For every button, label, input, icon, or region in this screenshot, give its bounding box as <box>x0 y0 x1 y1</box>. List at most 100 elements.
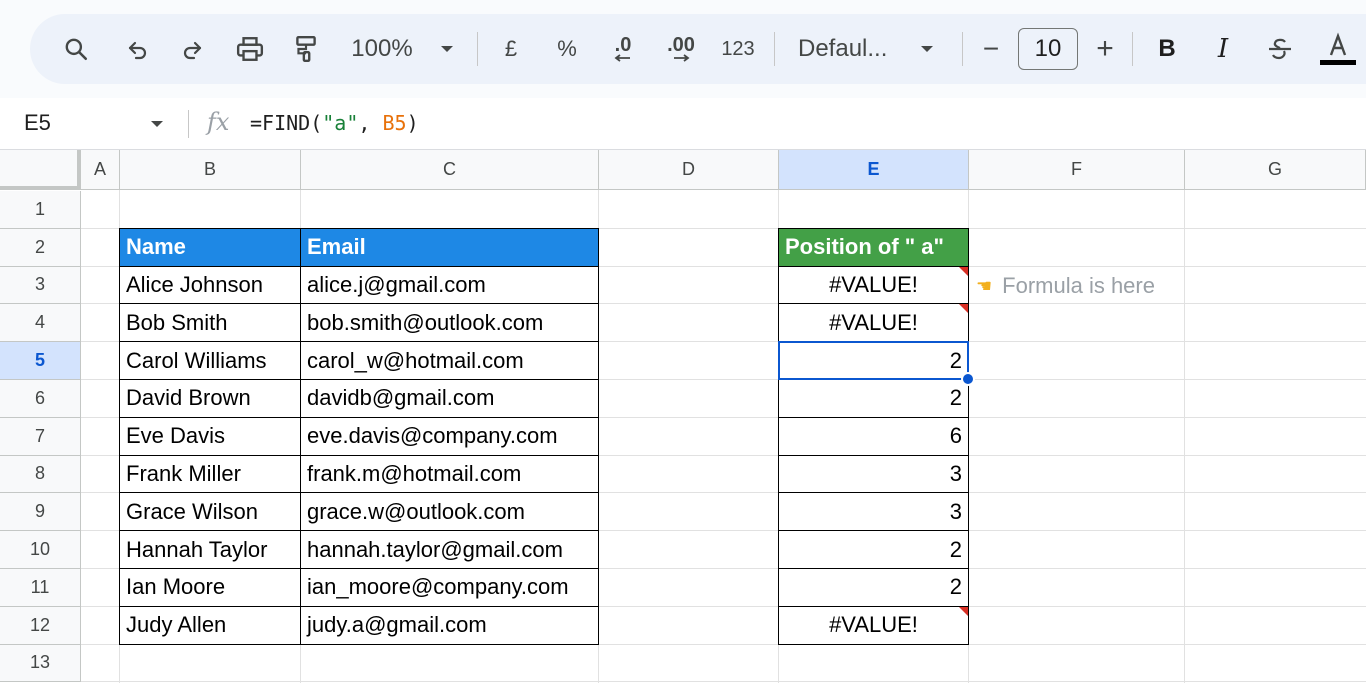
zoom-select[interactable]: 100% <box>342 14 422 84</box>
name-cell[interactable]: Carol Williams <box>119 341 301 380</box>
email-cell[interactable]: bob.smith@outlook.com <box>300 303 599 343</box>
email-cell-text: carol_w@hotmail.com <box>307 347 524 373</box>
row-header-13[interactable]: 13 <box>0 644 81 683</box>
error-indicator-icon <box>959 606 968 616</box>
column-header-f[interactable]: F <box>969 150 1185 190</box>
font-family-select[interactable]: Defaul... <box>798 14 902 84</box>
decrease-font-size-button[interactable]: − <box>978 14 1004 84</box>
name-cell[interactable]: David Brown <box>119 379 301 418</box>
select-all-corner[interactable] <box>0 150 81 190</box>
column-header-d[interactable]: D <box>599 150 779 190</box>
bold-button[interactable]: B <box>1150 14 1184 84</box>
email-cell-text: judy.a@gmail.com <box>307 612 487 638</box>
position-cell[interactable]: #VALUE! <box>778 605 969 645</box>
position-cell[interactable]: 3 <box>778 492 969 532</box>
row-header-7[interactable]: 7 <box>0 417 81 456</box>
name-cell[interactable]: Judy Allen <box>119 605 301 645</box>
text-color-button[interactable] <box>1316 14 1360 84</box>
toolbar-divider <box>477 32 478 66</box>
row-header-2[interactable]: 2 <box>0 228 81 267</box>
position-cell[interactable]: #VALUE! <box>778 265 969 305</box>
note-text: Formula is here <box>1002 273 1155 298</box>
name-cell[interactable]: Bob Smith <box>119 303 301 343</box>
spreadsheet-grid[interactable]: ABCDEFG 1 2 3 4 5 6 7 8 9 10 11 12 13 Name Email Posit… <box>0 150 1366 683</box>
name-cell[interactable]: Eve Davis <box>119 416 301 456</box>
position-cell[interactable]: #VALUE! <box>778 303 969 343</box>
email-cell-text: bob.smith@outlook.com <box>307 309 544 335</box>
position-cell[interactable]: 2 <box>778 568 969 607</box>
redo-icon[interactable] <box>174 14 210 84</box>
row-header-1[interactable]: 1 <box>0 191 81 229</box>
formula-string-arg: "a" <box>322 111 359 135</box>
plus-icon: + <box>1096 32 1114 65</box>
name-cell[interactable]: Frank Miller <box>119 454 301 494</box>
formula-input[interactable]: =FIND("a", B5) <box>250 111 419 135</box>
gridline <box>81 681 1366 683</box>
email-cell[interactable]: carol_w@hotmail.com <box>300 341 599 380</box>
increase-decimal-label: .00 <box>667 34 695 56</box>
column-header-e[interactable]: E <box>779 150 969 190</box>
formula-separator: , <box>358 111 383 135</box>
name-cell[interactable]: Hannah Taylor <box>119 530 301 569</box>
email-cell-text: grace.w@outlook.com <box>307 498 525 524</box>
strikethrough-button[interactable] <box>1262 14 1298 84</box>
paint-format-icon[interactable] <box>286 14 326 84</box>
formula-note: ☚ Formula is here <box>976 267 1155 305</box>
email-cell[interactable]: grace.w@outlook.com <box>300 492 599 532</box>
email-cell[interactable]: ian_moore@company.com <box>300 568 599 607</box>
name-cell[interactable]: Alice Johnson <box>119 265 301 305</box>
column-header-g[interactable]: G <box>1185 150 1366 190</box>
name-cell[interactable]: Ian Moore <box>119 568 301 607</box>
position-cell[interactable]: 2 <box>778 341 969 380</box>
number-format-button[interactable]: 123 <box>716 14 760 84</box>
italic-button[interactable]: I <box>1206 14 1240 84</box>
column-header-b[interactable]: B <box>120 150 301 190</box>
increase-decimal-button[interactable]: .00 <box>656 14 706 84</box>
formula-close-paren: ) <box>406 111 419 135</box>
font-dropdown-icon[interactable] <box>912 14 942 84</box>
text-color-icon <box>1320 32 1356 65</box>
undo-icon[interactable] <box>120 14 156 84</box>
row-header-11[interactable]: 11 <box>0 569 81 607</box>
row-header-4[interactable]: 4 <box>0 304 81 343</box>
name-box-dropdown-icon[interactable] <box>150 116 164 134</box>
decrease-decimal-button[interactable]: .0 <box>602 14 644 84</box>
email-cell[interactable]: judy.a@gmail.com <box>300 605 599 645</box>
print-icon[interactable] <box>230 14 270 84</box>
row-header-9[interactable]: 9 <box>0 493 81 532</box>
name-cell-text: Frank Miller <box>126 460 241 486</box>
row-header-6[interactable]: 6 <box>0 380 81 418</box>
email-cell[interactable]: alice.j@gmail.com <box>300 265 599 305</box>
fill-handle[interactable] <box>961 372 975 386</box>
position-cell[interactable]: 6 <box>778 416 969 456</box>
email-cell-text: eve.davis@company.com <box>307 423 558 449</box>
header-name-cell[interactable]: Name <box>119 227 301 267</box>
currency-format-button[interactable]: £ <box>496 14 526 84</box>
row-header-10[interactable]: 10 <box>0 531 81 569</box>
email-cell[interactable]: davidb@gmail.com <box>300 379 599 418</box>
position-cell-text: 3 <box>949 460 962 486</box>
position-cell-text: 2 <box>949 536 962 562</box>
row-header-12[interactable]: 12 <box>0 606 81 645</box>
header-position-cell[interactable]: Position of " a" <box>778 227 969 267</box>
position-cell[interactable]: 3 <box>778 454 969 494</box>
row-header-3[interactable]: 3 <box>0 266 81 305</box>
email-cell[interactable]: eve.davis@company.com <box>300 416 599 456</box>
zoom-dropdown-icon[interactable] <box>432 14 462 84</box>
increase-font-size-button[interactable]: + <box>1092 14 1118 84</box>
email-cell[interactable]: frank.m@hotmail.com <box>300 454 599 494</box>
name-cell[interactable]: Grace Wilson <box>119 492 301 532</box>
font-size-input[interactable]: 10 <box>1018 28 1078 70</box>
row-header-5[interactable]: 5 <box>0 342 81 380</box>
column-header-c[interactable]: C <box>301 150 599 190</box>
position-cell[interactable]: 2 <box>778 379 969 418</box>
email-cell[interactable]: hannah.taylor@gmail.com <box>300 530 599 569</box>
column-header-a[interactable]: A <box>81 150 120 190</box>
search-icon[interactable] <box>58 14 94 84</box>
header-email-cell[interactable]: Email <box>300 227 599 267</box>
percent-format-button[interactable]: % <box>552 14 582 84</box>
position-cell-text: 6 <box>949 423 962 449</box>
position-cell[interactable]: 2 <box>778 530 969 569</box>
row-header-8[interactable]: 8 <box>0 455 81 494</box>
name-box[interactable]: E5 <box>24 110 51 136</box>
